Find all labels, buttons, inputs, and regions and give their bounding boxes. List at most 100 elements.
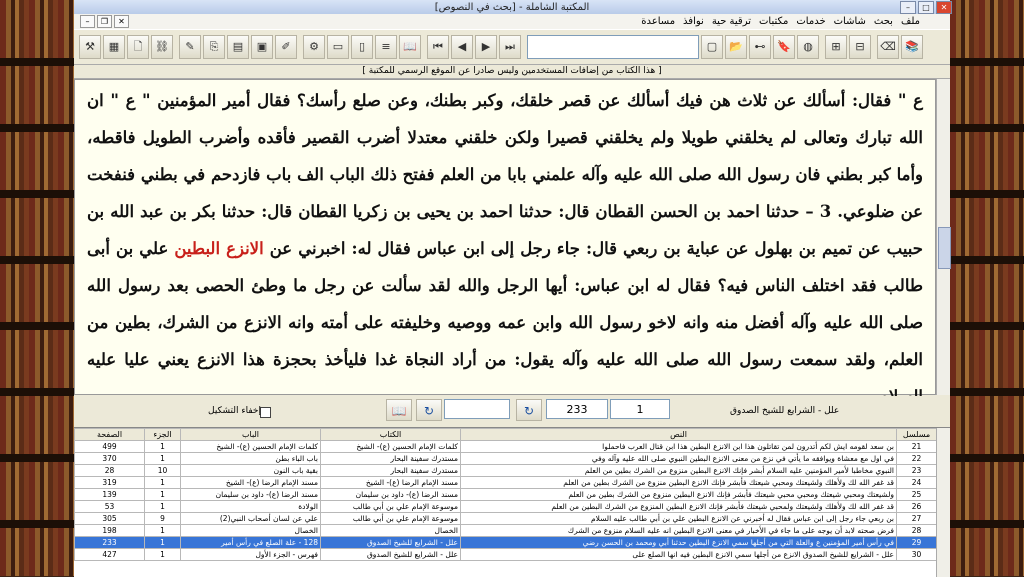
part-field[interactable]: 1 (610, 399, 670, 419)
column-header[interactable]: مسلسل (896, 428, 937, 441)
table-cell: 370 (74, 452, 145, 465)
pen-icon[interactable]: ✐ (275, 35, 297, 59)
bookshelf-background-right (950, 0, 1024, 576)
table-row[interactable]: 22 في اول مع معشاة ويوافقه ما يأتي في نزع… (74, 452, 937, 465)
table-cell: باب الباء بطن (180, 452, 321, 465)
edit-doc-icon[interactable]: ✎ (179, 35, 201, 59)
table-cell: 1 (144, 500, 181, 513)
menu-search[interactable]: بحث (870, 16, 897, 27)
window-icon[interactable]: ▢ (701, 35, 723, 59)
window-title: المكتبة الشاملة - [بحث في النصوص] (434, 1, 590, 13)
menu-windows[interactable]: نوافذ (679, 16, 708, 27)
book-icon: 📖 (391, 404, 407, 418)
minimize-icon[interactable]: – (900, 1, 916, 14)
library-icon[interactable]: 📚 (901, 35, 923, 59)
menu-libraries[interactable]: مكتبات (755, 16, 792, 27)
table-row[interactable]: 28 فرض صحته لابد أن يوجه على ما جاء في ال… (74, 524, 937, 537)
table-row[interactable]: 21 بن سعد لقومه ايش لكم أتدرون لمن تقاتلو… (74, 440, 937, 453)
column-header[interactable]: النص (460, 428, 897, 441)
copy-icon[interactable]: ⎘ (203, 35, 225, 59)
menu-help[interactable]: مساعدة (637, 16, 679, 27)
reader-pane[interactable]: ع " فقال: أسألك عن ثلاث هن فيك أسألك عن … (74, 79, 936, 406)
menu-services[interactable]: خدمات (792, 16, 829, 27)
close-icon[interactable]: ✕ (936, 1, 952, 14)
user-added-book-notice: [ هذا الكتاب من إضافات المستخدمين وليس ص… (74, 65, 950, 79)
maximize-icon[interactable]: □ (918, 1, 934, 14)
table-cell: 23 (896, 464, 937, 477)
table-cell: 29 (896, 536, 937, 549)
table-cell: 28 (74, 464, 145, 477)
binoculars-icon[interactable]: ⊷ (749, 35, 771, 59)
menu-screens[interactable]: شاشات (830, 16, 870, 27)
next-icon[interactable]: ▶ (475, 35, 497, 59)
table-cell: مستدرك سفينة البحار (320, 452, 461, 465)
prev-icon[interactable]: ◀ (451, 35, 473, 59)
table-cell: 305 (74, 512, 145, 525)
grid-scrollbar[interactable] (936, 428, 950, 577)
menu-live-upgrade[interactable]: ترقية حية (708, 16, 755, 27)
tree-icon[interactable]: ⊞ (825, 35, 847, 59)
hide-diacritics-checkbox[interactable] (260, 407, 271, 418)
table-row[interactable]: 29 في رأس أمير المؤمنين ع والعلة التي من … (74, 536, 937, 549)
table-cell: علل - الشرايع للشيخ الصدوق الانزع من أجل… (460, 548, 897, 561)
book-icon[interactable]: 📖 (399, 35, 421, 59)
page-field[interactable]: 233 (546, 399, 608, 419)
last-icon[interactable]: ⏭ (499, 35, 521, 59)
new-doc-icon[interactable]: 🗋 (127, 35, 149, 59)
child-close-icon[interactable]: ✕ (114, 15, 129, 28)
menu-file[interactable]: ملف (897, 16, 924, 27)
reader-scrollbar[interactable] (936, 79, 951, 395)
child-minimize-icon[interactable]: – (80, 15, 95, 28)
column-header[interactable]: الكتاب (320, 428, 461, 441)
image-icon[interactable]: ▣ (251, 35, 273, 59)
table-row[interactable]: 26 قد غفر الله لك ولأهلك ولشيعتك ولمحبي ش… (74, 500, 937, 513)
table-cell: 25 (896, 488, 937, 501)
window-controls: – □ ✕ (900, 1, 952, 14)
table-row[interactable]: 25 ولشيعتك ومحبي شيعتك ومحبي محبي شيعتك ف… (74, 488, 937, 501)
table-cell: 1 (144, 548, 181, 561)
grid-icon[interactable]: ▦ (103, 35, 125, 59)
settings-icon[interactable]: ⚙ (303, 35, 325, 59)
lines-icon[interactable]: ≡ (375, 35, 397, 59)
child-restore-icon[interactable]: ❐ (97, 15, 112, 28)
search-field[interactable] (444, 399, 510, 419)
table-cell: 427 (74, 548, 145, 561)
table-cell: في رأس أمير المؤمنين ع والعلة التي من أج… (460, 536, 897, 549)
column-header[interactable]: الصفحة (74, 428, 145, 441)
open-book-button[interactable]: 📖 (386, 399, 412, 421)
doc-icon[interactable]: ▤ (227, 35, 249, 59)
globe-icon[interactable]: ◍ (797, 35, 819, 59)
table-row[interactable]: 30 علل - الشرايع للشيخ الصدوق الانزع من أ… (74, 548, 937, 561)
tools-icon[interactable]: ⚒ (79, 35, 101, 59)
table-cell: موسوعة الإمام علي بن أبي طالب (320, 512, 461, 525)
table-cell: 139 (74, 488, 145, 501)
bookmark-icon[interactable]: 🔖 (773, 35, 795, 59)
doc-gray-icon[interactable]: ▭ (327, 35, 349, 59)
table-row[interactable]: 24 قد غفر الله لك ولأهلك ولشيعتك ومحبي شي… (74, 476, 937, 489)
table-row[interactable]: 23 النبوي مخاطبا لأمير المؤمنين عليه السل… (74, 464, 937, 477)
table-cell: 21 (896, 440, 937, 453)
eraser-icon[interactable]: ⌫ (877, 35, 899, 59)
open-folder-icon[interactable]: 📂 (725, 35, 747, 59)
hide-diacritics-label: إخفاء التشكيل (208, 406, 261, 416)
results-table: مسلسل النص الكتاب الباب الجزء الصفحة 21 بن سعد… (74, 428, 937, 561)
column-header[interactable]: الباب (180, 428, 321, 441)
table-cell: علل - الشرايع للشيخ الصدوق (320, 536, 461, 549)
refresh-button-1[interactable]: ↻ (516, 399, 542, 421)
table-cell: مسند الإمام الرضا (ع)- الشيخ (180, 476, 321, 489)
table-cell: 198 (74, 524, 145, 537)
table-cell: 10 (144, 464, 181, 477)
table-row[interactable]: 27 بن ربعي جاء رجل إلى ابن عباس فقال له أ… (74, 512, 937, 525)
book-combo-box[interactable] (527, 35, 699, 59)
column-header[interactable]: الجزء (144, 428, 181, 441)
network-icon[interactable]: ⊟ (849, 35, 871, 59)
table-cell: 1 (144, 476, 181, 489)
first-icon[interactable]: ⏮ (427, 35, 449, 59)
scrollbar-thumb[interactable] (938, 227, 951, 269)
table-cell: بقية باب النون (180, 464, 321, 477)
search-nav-bar: علل - الشرايع للشيخ الصدوق 1 233 ↻ ↻ 📖 إ… (74, 396, 950, 426)
copy-gray-icon[interactable]: ▯ (351, 35, 373, 59)
refresh-button-2[interactable]: ↻ (416, 399, 442, 421)
table-cell: 27 (896, 512, 937, 525)
link-icon[interactable]: ⛓ (151, 35, 173, 59)
